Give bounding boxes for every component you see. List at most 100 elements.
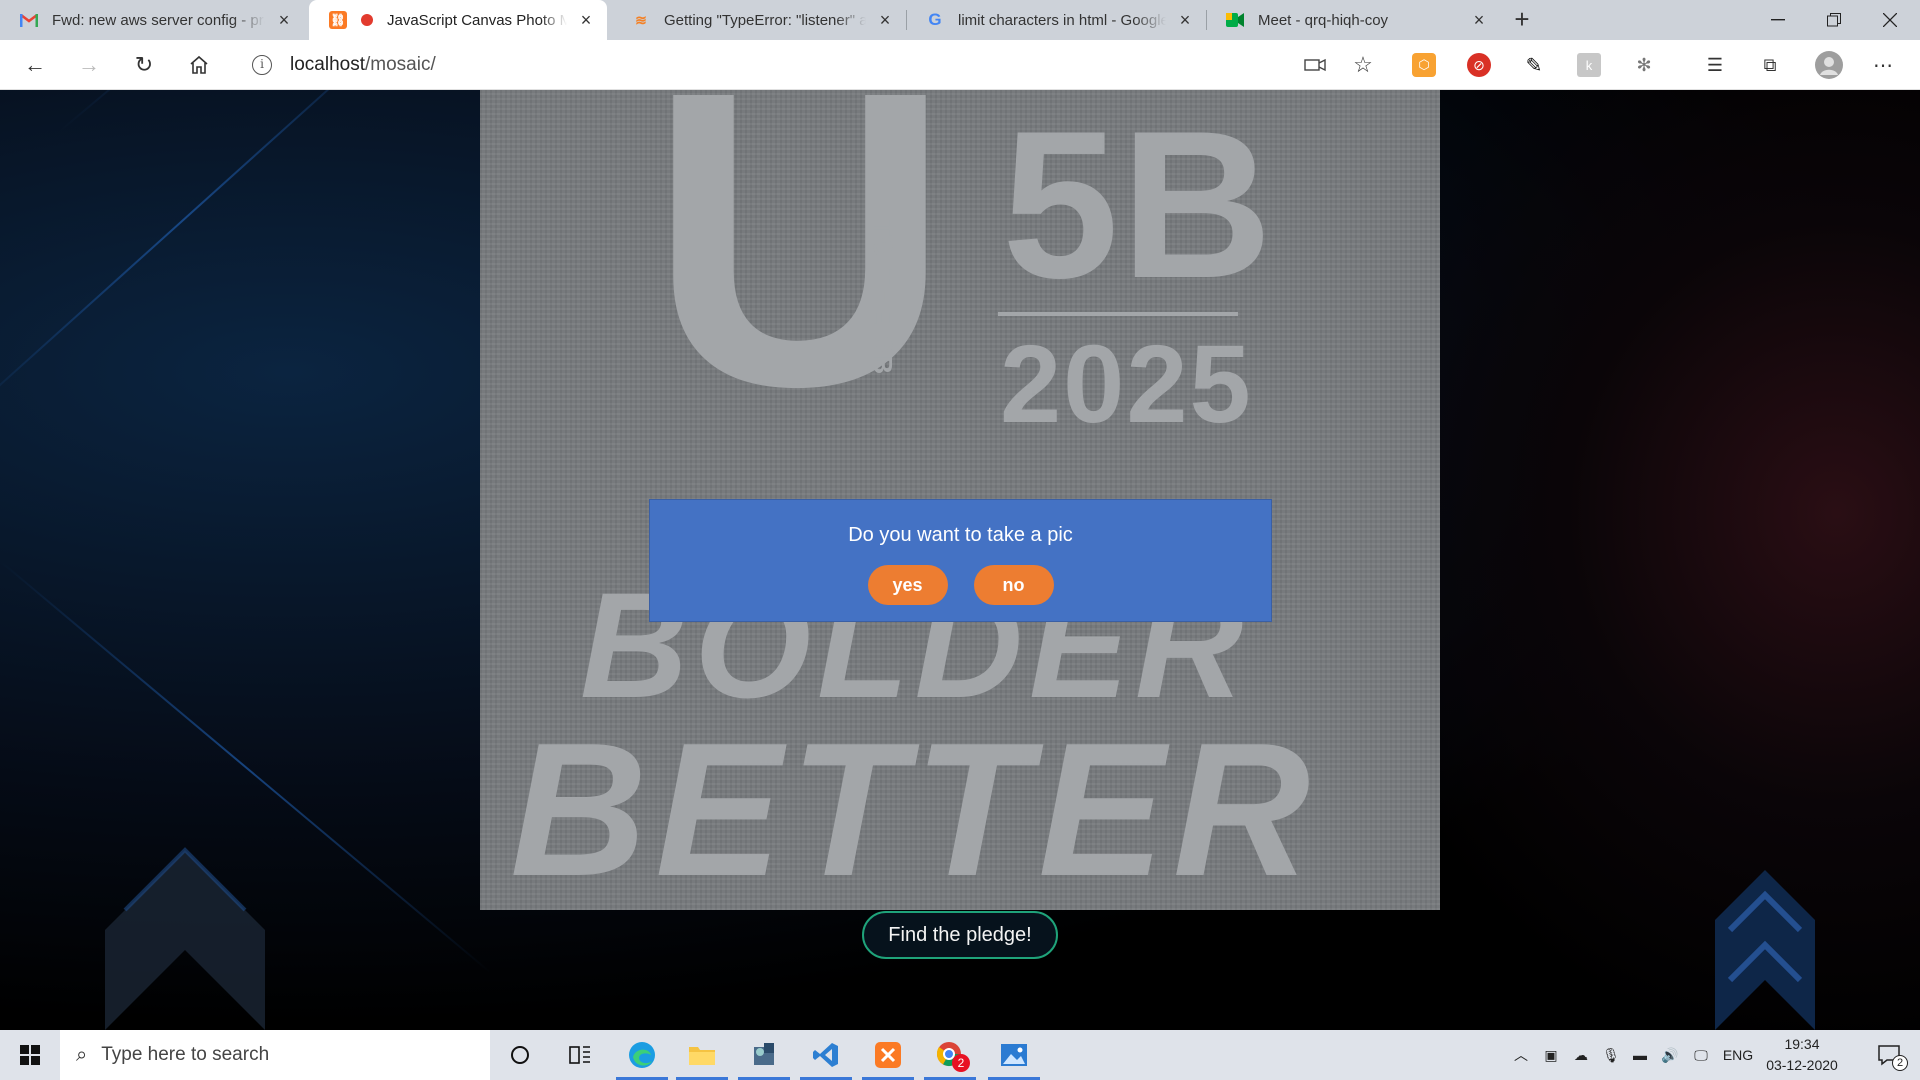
tab-google[interactable]: G limit characters in html - Google ×: [906, 0, 1206, 40]
google-icon: G: [928, 10, 942, 29]
taskbar: ⌕ Type here to search 2 ︿ ▣ ☁ 🎙 ▬ 🔊 🖵 EN…: [0, 1030, 1920, 1080]
dialog-question: Do you want to take a pic: [848, 524, 1073, 546]
extension-icon[interactable]: k: [1577, 53, 1601, 77]
clock-time: 19:34: [1784, 1036, 1820, 1052]
back-button[interactable]: ←: [18, 48, 52, 82]
extension-icon[interactable]: ⬡: [1412, 53, 1436, 77]
close-window-button[interactable]: [1862, 0, 1918, 40]
restore-button[interactable]: [1806, 0, 1862, 40]
minimize-icon: [1771, 19, 1785, 21]
onedrive-cloud-icon[interactable]: ☁: [1566, 1030, 1596, 1080]
search-placeholder: Type here to search: [101, 1044, 270, 1065]
refresh-icon: ↻: [134, 52, 154, 77]
home-button[interactable]: [182, 48, 216, 82]
forward-button[interactable]: →: [72, 48, 106, 82]
notification-count: 2: [1892, 1055, 1908, 1071]
background-line: [59, 90, 383, 132]
yes-button[interactable]: yes: [867, 565, 948, 605]
no-button[interactable]: no: [973, 565, 1054, 605]
network-icon[interactable]: 🖵: [1686, 1030, 1716, 1080]
mosaic-letter: 5B: [1002, 90, 1275, 322]
xampp-icon: ⛓: [329, 11, 347, 29]
close-icon[interactable]: ×: [577, 11, 595, 29]
camera-icon[interactable]: [1303, 53, 1327, 77]
background-glow: [1360, 90, 1920, 1030]
extension-icon[interactable]: ✎: [1522, 53, 1546, 77]
close-icon[interactable]: ×: [1176, 11, 1194, 29]
show-hidden-icons-chevron-up-icon[interactable]: ︿: [1508, 1030, 1534, 1080]
close-icon: [1883, 13, 1897, 27]
gmail-icon: [20, 11, 38, 29]
tab-title: Fwd: new aws server config - pra: [52, 11, 265, 29]
background-line: [0, 90, 407, 422]
tab-strip: Fwd: new aws server config - pra × ⛓ Jav…: [0, 0, 1920, 40]
tab-meet[interactable]: Meet - qrq-hiqh-coy ×: [1206, 0, 1500, 40]
photos-icon[interactable]: [984, 1030, 1044, 1080]
edge-browser-icon[interactable]: [612, 1030, 672, 1080]
url-text[interactable]: localhost/mosaic/: [290, 54, 436, 76]
tab-title: Getting "TypeError: "listener" arg: [664, 11, 866, 29]
close-icon[interactable]: ×: [275, 11, 293, 29]
forward-arrow-icon: →: [78, 52, 100, 77]
new-tab-button[interactable]: +: [1506, 4, 1538, 36]
mosaic-year: 2025: [1000, 323, 1253, 446]
start-button[interactable]: [0, 1030, 60, 1080]
xampp-icon[interactable]: [858, 1030, 918, 1080]
address-bar[interactable]: i localhost/mosaic/: [236, 46, 1388, 84]
home-icon: [190, 55, 208, 74]
minimize-button[interactable]: [1750, 0, 1806, 40]
vscode-icon[interactable]: [796, 1030, 856, 1080]
meet-now-icon[interactable]: ▣: [1538, 1030, 1564, 1080]
find-pledge-button[interactable]: Find the pledge!: [862, 911, 1058, 959]
url-host: localhost: [290, 54, 365, 75]
chevron-up-icon: [1715, 870, 1815, 1030]
tab-title: Meet - qrq-hiqh-coy: [1258, 11, 1389, 29]
favorites-list-icon[interactable]: ☰: [1703, 53, 1727, 77]
url-path: /mosaic/: [365, 54, 436, 75]
volume-icon[interactable]: 🔊: [1656, 1030, 1684, 1080]
search-icon: ⌕: [76, 1043, 88, 1066]
stackoverflow-icon: ≋: [635, 11, 647, 28]
extension-icon[interactable]: ⊘: [1467, 53, 1491, 77]
restore-icon: [1827, 13, 1841, 27]
back-arrow-icon: ←: [24, 52, 46, 77]
tab-mosaic[interactable]: ⛓ JavaScript Canvas Photo Mosaic ×: [309, 0, 607, 40]
take-pic-dialog: Do you want to take a pic yes no: [649, 499, 1272, 622]
file-explorer-icon[interactable]: [672, 1030, 732, 1080]
clock[interactable]: 19:34 03-12-2020: [1760, 1034, 1844, 1076]
windows-logo-icon: [20, 1045, 40, 1065]
refresh-button[interactable]: ↻: [127, 48, 161, 82]
tab-stackoverflow[interactable]: ≋ Getting "TypeError: "listener" arg ×: [612, 0, 906, 40]
close-icon[interactable]: ×: [1470, 11, 1488, 29]
chrome-icon[interactable]: 2: [920, 1030, 980, 1080]
tab-gmail[interactable]: Fwd: new aws server config - pra ×: [0, 0, 305, 40]
info-icon[interactable]: i: [252, 55, 272, 75]
recording-icon: [361, 14, 373, 26]
mosaic-letter: U: [648, 90, 954, 474]
profile-avatar[interactable]: [1815, 51, 1843, 79]
google-meet-icon: [1226, 11, 1244, 29]
taskbar-search-box[interactable]: ⌕ Type here to search: [60, 1030, 490, 1080]
close-icon[interactable]: ×: [876, 11, 894, 29]
mosaic-divider: [998, 312, 1238, 316]
tab-title: limit characters in html - Google: [958, 11, 1166, 29]
mosaic-word: BETTER: [510, 704, 1318, 910]
chevron-up-icon: [105, 847, 265, 1030]
action-center-button[interactable]: 2: [1864, 1030, 1914, 1080]
clock-date: 03-12-2020: [1766, 1057, 1838, 1073]
task-view-icon[interactable]: [550, 1030, 610, 1080]
mosaic-vertical-text: TO THE SB: [868, 220, 898, 377]
notification-badge: 2: [952, 1054, 970, 1072]
favorite-star-icon[interactable]: ☆: [1351, 52, 1375, 77]
collections-icon[interactable]: ⧉: [1758, 53, 1782, 77]
extension-icon[interactable]: ✻: [1632, 53, 1656, 77]
cortana-icon[interactable]: [490, 1030, 550, 1080]
browser-toolbar: ← → ↻ i localhost/mosaic/ ☆ ⬡ ⊘ ✎ k ✻ ☰ …: [0, 40, 1920, 90]
language-indicator[interactable]: ENG: [1718, 1030, 1758, 1080]
page-content: U 5B 2025 TO THE SB BOLDER BETTER Do you…: [0, 90, 1920, 1030]
more-options-icon[interactable]: ⋯: [1871, 53, 1895, 77]
tab-title: JavaScript Canvas Photo Mosaic: [387, 11, 567, 29]
battery-icon[interactable]: ▬: [1626, 1030, 1654, 1080]
snipping-tool-icon[interactable]: [734, 1030, 794, 1080]
microphone-icon[interactable]: 🎙: [1598, 1030, 1624, 1080]
